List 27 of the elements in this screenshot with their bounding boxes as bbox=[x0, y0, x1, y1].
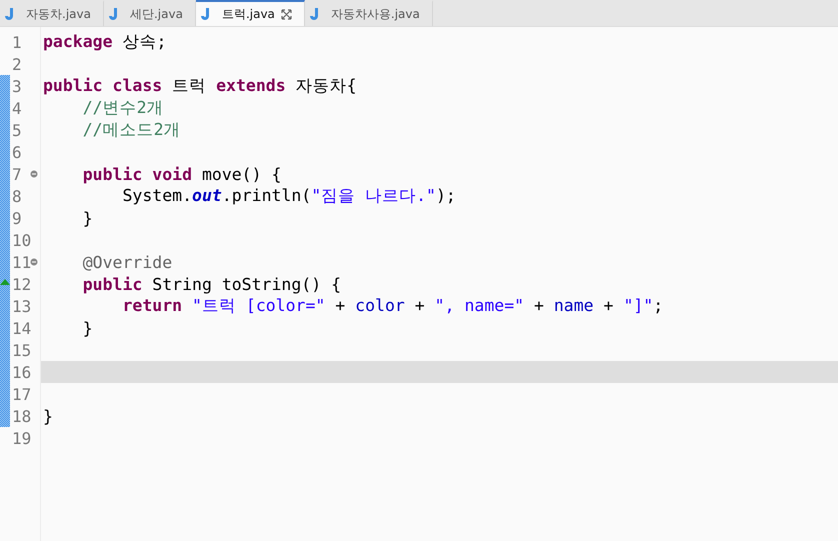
line-number: 12 bbox=[12, 274, 32, 294]
line-number: 13 bbox=[12, 296, 32, 316]
editor-tab[interactable]: 트럭.java bbox=[196, 0, 305, 26]
line-number: 16 bbox=[12, 362, 32, 382]
line-number: 6 bbox=[12, 142, 23, 162]
line-number: 11 bbox=[12, 252, 32, 272]
fold-icon[interactable] bbox=[30, 258, 38, 266]
line-number: 18 bbox=[12, 406, 32, 426]
fold-icon[interactable] bbox=[30, 170, 38, 178]
line-number: 9 bbox=[12, 208, 23, 228]
java-file-icon bbox=[308, 7, 319, 21]
line-number: 10 bbox=[12, 230, 32, 250]
java-file-icon bbox=[4, 7, 14, 21]
java-file-icon bbox=[200, 7, 210, 21]
line-number: 3 bbox=[12, 76, 23, 96]
line-number: 8 bbox=[12, 186, 23, 206]
line-number: 4 bbox=[12, 98, 23, 118]
line-number: 2 bbox=[12, 54, 23, 74]
line-number: 1 bbox=[12, 32, 23, 52]
line-number: 17 bbox=[12, 384, 32, 404]
line-number: 14 bbox=[12, 318, 32, 338]
java-file-icon bbox=[108, 7, 118, 21]
line-number: 15 bbox=[12, 340, 32, 360]
line-number: 7 bbox=[12, 164, 23, 184]
close-icon[interactable] bbox=[280, 8, 292, 20]
line-number: 5 bbox=[12, 120, 23, 140]
line-number: 19 bbox=[12, 428, 32, 448]
